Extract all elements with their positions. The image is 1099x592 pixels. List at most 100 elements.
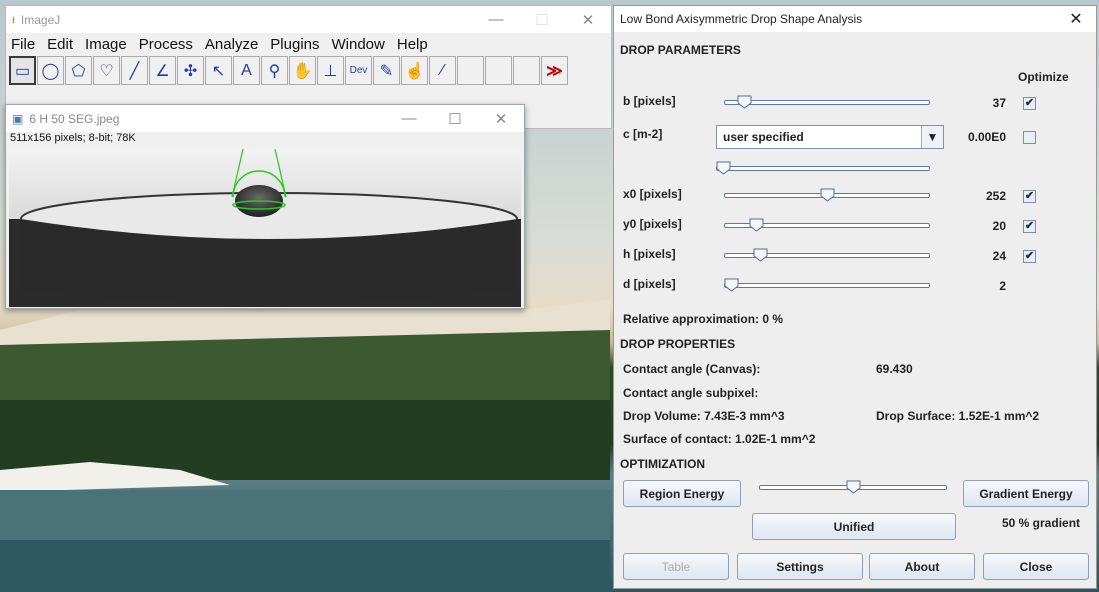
image-info: 511x156 pixels; 8-bit; 78K — [10, 132, 136, 144]
close-icon[interactable]: ✕ — [478, 110, 524, 128]
optimize-checkbox[interactable]: ✔ — [1023, 220, 1036, 233]
unified-button[interactable]: Unified — [752, 513, 956, 540]
image-window: ▣ 6 H 50 SEG.jpeg — ☐ ✕ 511x156 pixels; … — [5, 104, 525, 309]
slider-thumb[interactable] — [753, 248, 768, 262]
slider-thumb[interactable] — [846, 480, 861, 494]
minimize-icon[interactable]: — — [473, 11, 519, 28]
contact-angle-value: 69.430 — [876, 362, 913, 376]
close-button[interactable]: Close — [983, 553, 1089, 580]
maximize-icon[interactable]: ☐ — [519, 11, 565, 29]
oval-tool-icon[interactable]: ◯ — [37, 56, 64, 85]
dsa-title: Low Bond Axisymmetric Drop Shape Analysi… — [620, 12, 863, 26]
region-energy-button[interactable]: Region Energy — [623, 480, 741, 507]
c-mode-select[interactable]: user specified ▼ — [716, 125, 944, 149]
param-value: 2 — [999, 279, 1006, 293]
table-button[interactable]: Table — [623, 553, 729, 580]
param-value: 37 — [992, 96, 1006, 110]
minimize-icon[interactable]: — — [386, 110, 432, 127]
drop-surface: Drop Surface: 1.52E-1 mm^2 — [876, 409, 1040, 423]
param-label: b [pixels] — [623, 94, 676, 108]
polygon-tool-icon[interactable]: ⬠ — [65, 56, 92, 85]
optimize-header: Optimize — [1018, 70, 1069, 84]
drop-shape-analysis-dialog: Low Bond Axisymmetric Drop Shape Analysi… — [613, 5, 1097, 589]
c-slider[interactable] — [716, 161, 930, 175]
empty-slot-icon[interactable] — [457, 56, 484, 85]
c-label: c [m-2] — [623, 127, 663, 141]
color-picker-icon[interactable]: ⊥ — [317, 56, 344, 85]
menu-plugins[interactable]: Plugins — [270, 36, 319, 53]
c-mode-value: user specified — [723, 130, 804, 144]
image-canvas[interactable] — [9, 149, 521, 307]
menu-bar: File Edit Image Process Analyze Plugins … — [6, 33, 611, 55]
image-window-title: 6 H 50 SEG.jpeg — [29, 111, 120, 126]
gradient-percentage: 50 % gradient — [1002, 516, 1081, 530]
line-tool-icon[interactable]: ╱ — [121, 56, 148, 85]
angle-tool-icon[interactable]: ∠ — [149, 56, 176, 85]
imagej-logo-icon: ᶡ — [12, 12, 15, 27]
hand-tool-icon[interactable]: ✋ — [289, 56, 316, 85]
rectangle-tool-icon[interactable]: ▭ — [9, 56, 36, 85]
menu-edit[interactable]: Edit — [47, 36, 73, 53]
section-optimization: OPTIMIZATION — [620, 457, 706, 471]
slider-thumb[interactable] — [724, 278, 739, 292]
dsa-titlebar: Low Bond Axisymmetric Drop Shape Analysi… — [614, 6, 1096, 32]
param-value: 24 — [992, 249, 1006, 263]
more-tools-icon[interactable]: ≫ — [541, 56, 568, 85]
wand-tool-icon[interactable]: ↖ — [205, 56, 232, 85]
optimize-checkbox[interactable]: ✔ — [1023, 97, 1036, 110]
image-icon: ▣ — [12, 111, 24, 126]
contact-angle-label: Contact angle (Canvas): — [623, 362, 761, 376]
menu-process[interactable]: Process — [139, 36, 193, 53]
optimization-slider[interactable] — [759, 480, 947, 494]
about-button[interactable]: About — [869, 553, 975, 580]
close-icon[interactable]: ✕ — [1056, 9, 1096, 29]
contact-angle-subpixel: Contact angle subpixel: — [623, 386, 759, 400]
slider-thumb[interactable] — [716, 161, 731, 175]
param-label: y0 [pixels] — [623, 217, 682, 231]
param-slider[interactable] — [724, 188, 930, 202]
chevron-down-icon[interactable]: ▼ — [921, 126, 943, 148]
param-slider[interactable] — [724, 95, 930, 109]
section-drop-parameters: DROP PARAMETERS — [620, 43, 741, 57]
imagej-title: ImageJ — [20, 12, 61, 27]
menu-analyze[interactable]: Analyze — [205, 36, 258, 53]
maximize-icon[interactable]: ☐ — [432, 110, 478, 128]
empty-slot-icon[interactable] — [513, 56, 540, 85]
imagej-titlebar: ᶡ ImageJ — ☐ ✕ — [6, 6, 611, 33]
menu-window[interactable]: Window — [332, 36, 385, 53]
param-slider[interactable] — [724, 248, 930, 262]
param-label: d [pixels] — [623, 277, 676, 291]
param-slider[interactable] — [724, 218, 930, 232]
param-value: 252 — [985, 189, 1006, 203]
drop-tool-icon[interactable]: ☝ — [401, 56, 428, 85]
param-label: x0 [pixels] — [623, 187, 682, 201]
param-value: 20 — [992, 219, 1006, 233]
menu-file[interactable]: File — [11, 36, 35, 53]
section-drop-properties: DROP PROPERTIES — [620, 337, 736, 351]
close-icon[interactable]: ✕ — [565, 11, 611, 29]
slider-thumb[interactable] — [749, 218, 764, 232]
slider-thumb[interactable] — [737, 95, 752, 109]
optimize-checkbox[interactable]: ✔ — [1023, 190, 1036, 203]
image-window-titlebar: ▣ 6 H 50 SEG.jpeg — ☐ ✕ — [6, 105, 524, 132]
text-tool-icon[interactable]: A — [233, 56, 260, 85]
drop-volume: Drop Volume: 7.43E-3 mm^3 — [623, 409, 785, 423]
drop-image — [9, 149, 521, 307]
surface-of-contact: Surface of contact: 1.02E-1 mm^2 — [623, 432, 816, 446]
optimize-checkbox[interactable]: ✔ — [1023, 250, 1036, 263]
gradient-energy-button[interactable]: Gradient Energy — [963, 480, 1089, 507]
pipette-tool-icon[interactable]: ⁄ — [429, 56, 456, 85]
dev-menu-icon[interactable]: Dev — [345, 56, 372, 85]
brush-tool-icon[interactable]: ✎ — [373, 56, 400, 85]
magnifier-tool-icon[interactable]: ⚲ — [261, 56, 288, 85]
c-optimize-checkbox[interactable] — [1023, 131, 1036, 144]
point-tool-icon[interactable]: ✣ — [177, 56, 204, 85]
settings-button[interactable]: Settings — [737, 553, 863, 580]
menu-help[interactable]: Help — [397, 36, 428, 53]
menu-image[interactable]: Image — [85, 36, 127, 53]
slider-thumb[interactable] — [820, 188, 835, 202]
freehand-tool-icon[interactable]: ♡ — [93, 56, 120, 85]
param-slider[interactable] — [724, 278, 930, 292]
c-value: 0.00E0 — [967, 130, 1006, 144]
empty-slot-icon[interactable] — [485, 56, 512, 85]
